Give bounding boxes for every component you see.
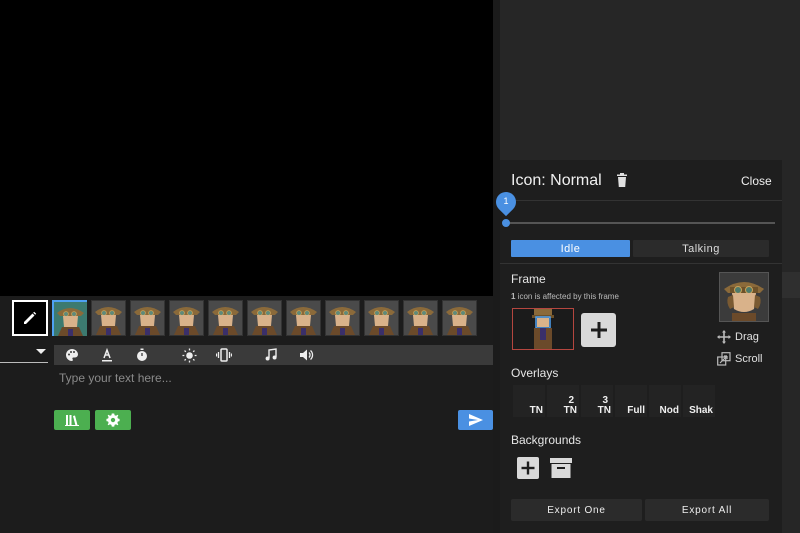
text-color-icon[interactable] — [96, 345, 118, 365]
brightness-icon[interactable] — [178, 345, 200, 365]
icon-thumbnail[interactable] — [364, 300, 399, 336]
timer-icon[interactable] — [131, 345, 153, 365]
side-tab[interactable] — [782, 272, 800, 298]
message-text-input[interactable] — [54, 366, 484, 390]
icon-thumbnail[interactable] — [325, 300, 360, 336]
pencil-icon — [24, 311, 37, 324]
library-button[interactable] — [54, 410, 90, 430]
character-sprite-icon — [532, 309, 554, 349]
overlay-label: TN — [529, 405, 543, 416]
overlay-label: TN — [563, 405, 577, 416]
panel-divider — [493, 0, 500, 533]
scroll-label: Scroll — [735, 353, 763, 365]
volume-icon[interactable] — [295, 345, 317, 365]
add-background-button[interactable] — [517, 457, 539, 479]
add-frame-button[interactable] — [581, 313, 616, 347]
overlay-item[interactable]: 3 TN — [581, 385, 613, 417]
divider — [500, 200, 782, 201]
scroll-action[interactable]: Scroll — [717, 352, 763, 366]
tab-talking[interactable]: Talking — [633, 240, 769, 257]
vibrate-icon[interactable] — [213, 345, 235, 365]
overlay-item[interactable]: TN — [513, 385, 545, 417]
overlay-label: Full — [627, 405, 645, 416]
frame-note: 1 icon is affected by this frame — [511, 292, 619, 301]
frame-thumbnail[interactable] — [512, 308, 574, 350]
tab-idle[interactable]: Idle — [511, 240, 630, 257]
plus-icon — [590, 322, 607, 338]
frame-note-text: icon is affected by this frame — [517, 292, 619, 301]
archive-icon[interactable] — [550, 457, 572, 479]
close-button[interactable]: Close — [741, 174, 772, 188]
frame-note-count: 1 — [511, 292, 516, 301]
icon-preview — [719, 272, 769, 322]
edit-pencil-button[interactable] — [12, 300, 48, 336]
chevron-down-icon[interactable] — [36, 349, 46, 354]
preview-viewport — [0, 0, 493, 296]
icon-thumbnail-strip — [52, 300, 493, 340]
frame-heading: Frame — [511, 272, 546, 286]
icon-thumbnail[interactable] — [52, 300, 87, 336]
icon-thumbnail[interactable] — [208, 300, 243, 336]
frame-slider[interactable] — [505, 222, 775, 224]
gear-icon — [106, 413, 120, 427]
plus-icon — [521, 461, 535, 475]
icon-thumbnail[interactable] — [91, 300, 126, 336]
divider — [500, 263, 782, 264]
icon-thumbnail[interactable] — [442, 300, 477, 336]
overlay-list: TN 2 TN 3 TN Full Nod Shak — [513, 385, 715, 417]
send-icon — [468, 414, 483, 426]
icon-thumbnail[interactable] — [130, 300, 165, 336]
icon-thumbnail[interactable] — [286, 300, 321, 336]
panel-title: Icon: Normal — [511, 172, 602, 189]
export-all-button[interactable]: Export All — [645, 499, 769, 521]
overlay-label: Shak — [689, 405, 713, 416]
library-icon — [65, 415, 79, 426]
overlays-heading: Overlays — [511, 366, 559, 380]
move-icon — [717, 330, 731, 344]
slider-value-label: 1 — [503, 196, 509, 206]
overlay-item[interactable]: 2 TN — [547, 385, 579, 417]
icon-thumbnail[interactable] — [403, 300, 438, 336]
slider-handle[interactable] — [502, 219, 510, 227]
overlay-item[interactable]: Full — [615, 385, 647, 417]
icon-thumbnail[interactable] — [247, 300, 282, 336]
scroll-icon — [717, 352, 731, 366]
overlay-label: TN — [597, 405, 611, 416]
overlay-label: Nod — [659, 405, 679, 416]
drag-action[interactable]: Drag — [717, 330, 759, 344]
palette-icon[interactable] — [61, 345, 83, 365]
trash-icon[interactable] — [616, 173, 628, 192]
send-button[interactable] — [458, 410, 493, 430]
music-note-icon[interactable] — [260, 345, 282, 365]
icon-thumbnail[interactable] — [169, 300, 204, 336]
backgrounds-heading: Backgrounds — [511, 433, 582, 447]
drag-label: Drag — [735, 331, 759, 343]
overlay-item[interactable]: Shak — [683, 385, 715, 417]
settings-button[interactable] — [95, 410, 131, 430]
export-one-button[interactable]: Export One — [511, 499, 642, 521]
format-toolbar — [54, 345, 493, 365]
overlay-item[interactable]: Nod — [649, 385, 681, 417]
